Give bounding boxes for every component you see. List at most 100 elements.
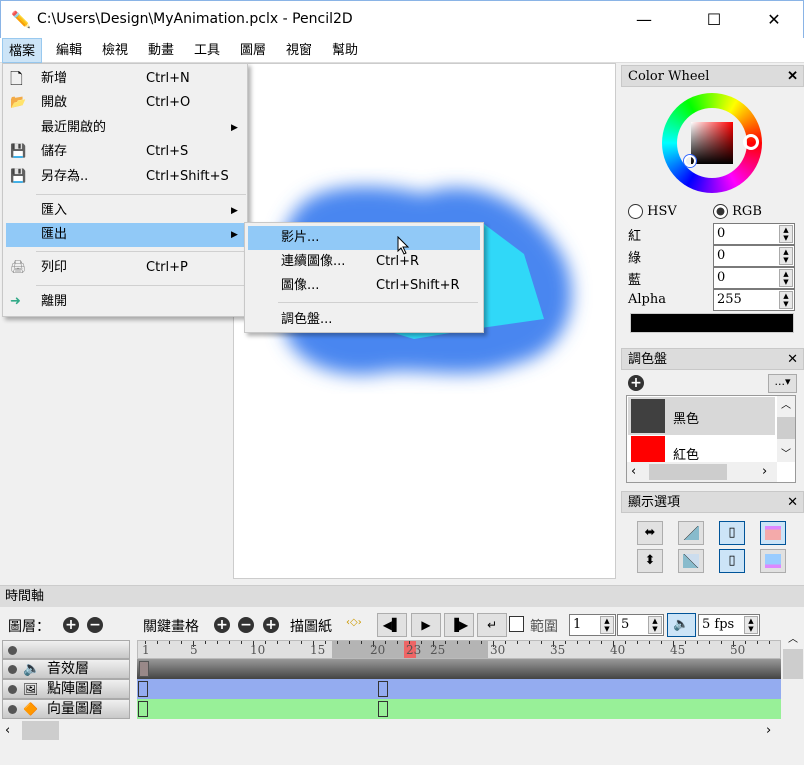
menu-edit[interactable]: 編輯 [50, 38, 88, 63]
menu-view[interactable]: 檢視 [96, 38, 134, 63]
menu-item-export-image[interactable]: 圖像... Ctrl+Shift+R [248, 274, 480, 298]
menu-item-exit[interactable]: ➜ 離開 [6, 290, 244, 314]
menu-item-export-sequence[interactable]: 連續圖像... Ctrl+R [248, 250, 480, 274]
saturation-value-square[interactable] [691, 122, 733, 164]
visibility-dot-icon[interactable] [8, 705, 17, 714]
range-start-spinbox[interactable]: 1 ▲ ▼ [569, 614, 616, 636]
play-button[interactable]: ▶ [411, 613, 441, 637]
menu-item-export-movie[interactable]: 影片... [248, 226, 480, 250]
menu-item-new[interactable]: 🗋 新增 Ctrl+N [6, 67, 244, 91]
palette-options-button[interactable]: ...▾ [768, 374, 797, 393]
keyframe[interactable] [138, 681, 148, 697]
range-label: 範圍 [530, 619, 558, 635]
alpha-spinbox[interactable]: 255 ▲ ▼ [713, 289, 795, 311]
palette-vscrollbar[interactable]: ︿ ﹀ [777, 396, 795, 462]
maximize-button[interactable]: ☐ [691, 1, 737, 39]
menu-item-export[interactable]: 匯出 ▶ [6, 223, 246, 247]
palette-item-red[interactable]: 紅色 [628, 436, 775, 462]
layer-row-vector[interactable]: 🔶 向量圖層 [2, 699, 130, 719]
spin-arrows-icon[interactable]: ▲ ▼ [600, 616, 614, 634]
label: 開啟 [41, 95, 68, 110]
sv-handle[interactable] [684, 155, 696, 167]
keyframe[interactable] [378, 701, 388, 717]
vertical-flip-button[interactable]: ⬍ [637, 549, 663, 573]
spin-arrows-icon[interactable]: ▲ ▼ [779, 247, 793, 265]
close-icon[interactable]: ✕ [787, 492, 798, 513]
onion-blue-button[interactable] [760, 549, 786, 573]
horizontal-flip-button[interactable]: ⬌ [637, 521, 663, 545]
fps-spinbox[interactable]: 5 fps ▲ ▼ [698, 614, 760, 636]
close-icon[interactable]: ✕ [787, 349, 798, 370]
spin-arrows-icon[interactable]: ▲ ▼ [648, 616, 662, 634]
color-wheel[interactable] [662, 93, 762, 193]
menu-item-save-as[interactable]: 💾 另存為.. Ctrl+Shift+S [6, 165, 244, 189]
keyframe[interactable] [138, 701, 148, 717]
visibility-dot-icon[interactable] [8, 685, 17, 694]
layer-row-bitmap[interactable]: 🖼 點陣圖層 [2, 679, 130, 699]
menu-item-export-palette[interactable]: 調色盤... [248, 308, 480, 332]
prev-frame-button[interactable]: ◀▌ [377, 613, 407, 637]
menu-window[interactable]: 視窗 [280, 38, 318, 63]
keyframe[interactable] [139, 661, 149, 677]
loop-button[interactable]: ↵ [477, 613, 507, 637]
bitmap-layer-track[interactable] [137, 679, 781, 699]
timeline-vscrollbar[interactable]: ︿ [783, 630, 803, 740]
spin-arrows-icon[interactable]: ▲ ▼ [779, 225, 793, 243]
palette-list: 黑色 紅色 ︿ ﹀ ‹ › [626, 395, 796, 483]
menu-tools[interactable]: 工具 [188, 38, 226, 63]
menu-layer[interactable]: 圖層 [234, 38, 272, 63]
close-button[interactable]: ✕ [751, 1, 797, 39]
alpha-label: Alpha [628, 292, 666, 307]
ruler-tick [649, 641, 650, 644]
visibility-dot-icon[interactable] [8, 665, 17, 674]
menu-animation[interactable]: 動畫 [142, 38, 180, 63]
palette-item-black[interactable]: 黑色 [628, 397, 775, 435]
menu-help[interactable]: 幫助 [326, 38, 364, 63]
timeline-hscrollbar[interactable]: ‹ › [0, 721, 783, 741]
onion-next-button[interactable]: ▯ [719, 549, 745, 573]
remove-layer-icon[interactable]: − [87, 617, 103, 633]
menu-item-open[interactable]: 📂 開啟 Ctrl+O [6, 91, 244, 115]
onion-prev-button[interactable]: ▯ [719, 521, 745, 545]
add-keyframe-icon[interactable]: + [214, 617, 230, 633]
radio-hsv[interactable]: HSV [628, 204, 677, 219]
outlines-button[interactable] [678, 549, 704, 573]
add-color-icon[interactable]: + [628, 375, 644, 391]
menu-item-save[interactable]: 💾 儲存 Ctrl+S [6, 140, 244, 164]
vector-layer-track[interactable] [137, 699, 781, 719]
remove-keyframe-icon[interactable]: − [238, 617, 254, 633]
red-spinbox[interactable]: 0 ▲ ▼ [713, 223, 795, 245]
menu-item-import[interactable]: 匯入 ▶ [6, 199, 244, 223]
next-frame-button[interactable]: ▐▶ [444, 613, 474, 637]
minimize-button[interactable]: — [621, 1, 667, 39]
blue-spinbox[interactable]: 0 ▲ ▼ [713, 267, 795, 289]
add-layer-icon[interactable]: + [63, 617, 79, 633]
duplicate-keyframe-icon[interactable]: + [263, 617, 279, 633]
spin-arrows-icon[interactable]: ▲ ▼ [779, 291, 793, 309]
range-end-spinbox[interactable]: 5 ▲ ▼ [617, 614, 664, 636]
current-color-swatch[interactable] [630, 313, 794, 333]
layer-row-sound[interactable]: 🔈 音效層 [2, 659, 130, 679]
frame-ruler[interactable]: 1 5 10 15 20 23 25 30 35 40 45 50 [137, 640, 781, 659]
menu-file[interactable]: 檔案 [2, 38, 43, 63]
close-icon[interactable]: ✕ [787, 66, 798, 87]
spin-arrows-icon[interactable]: ▲ ▼ [779, 269, 793, 287]
sound-toggle-button[interactable]: 🔈 [667, 613, 696, 637]
keyframe[interactable] [378, 681, 388, 697]
thin-lines-button[interactable] [678, 521, 704, 545]
menu-item-print[interactable]: 🖨 列印 Ctrl+P [6, 256, 244, 280]
visibility-dot-icon[interactable] [8, 646, 17, 655]
onion-diamond-icon[interactable]: ‹◇› [346, 617, 362, 628]
hue-handle[interactable] [743, 134, 759, 150]
sound-layer-track[interactable] [137, 659, 781, 679]
spin-arrows-icon[interactable]: ▲ ▼ [744, 616, 758, 634]
label: 調色盤... [281, 312, 333, 327]
label: 列印 [41, 260, 68, 275]
green-spinbox[interactable]: 0 ▲ ▼ [713, 245, 795, 267]
submenu-arrow-icon: ▶ [231, 206, 238, 216]
palette-hscrollbar[interactable]: ‹ › [627, 462, 777, 482]
radio-rgb[interactable]: RGB [713, 204, 762, 219]
menu-item-recent[interactable]: 最近開啟的 ▶ [6, 116, 244, 140]
range-checkbox[interactable] [509, 616, 524, 632]
onion-red-button[interactable] [760, 521, 786, 545]
